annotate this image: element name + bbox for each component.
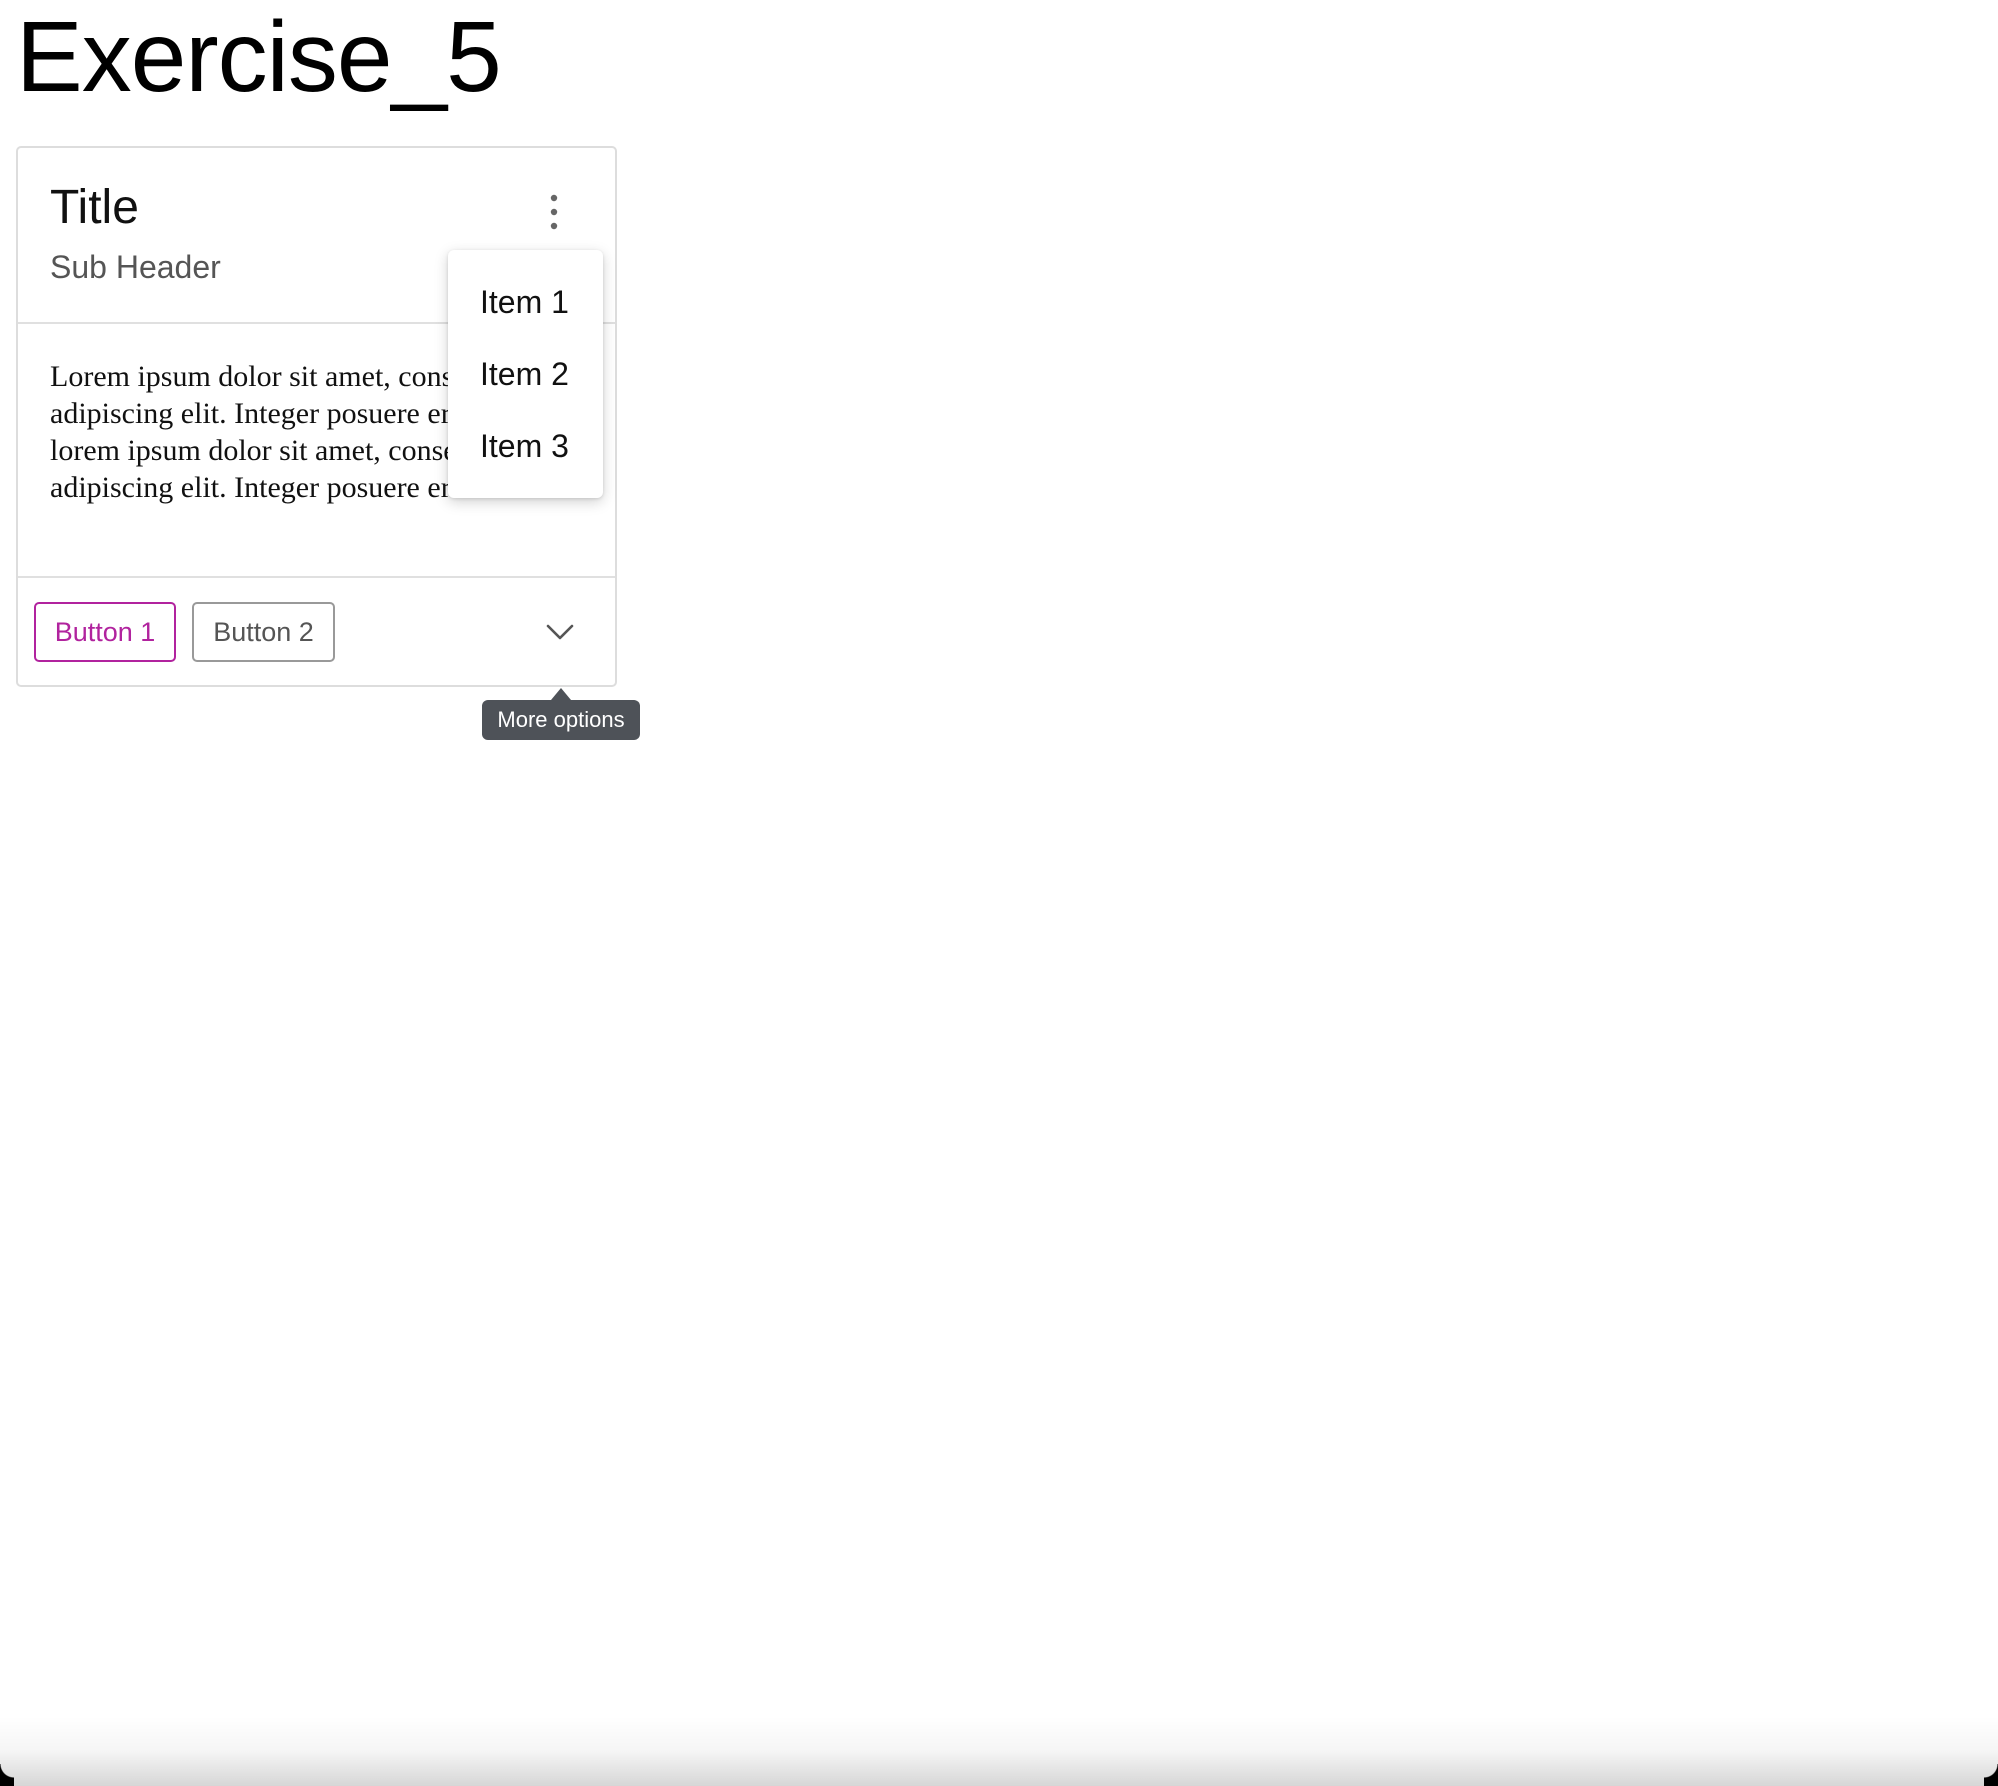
button-1[interactable]: Button 1 (34, 602, 176, 662)
options-menu: Item 1 Item 2 Item 3 (448, 250, 603, 498)
page-title: Exercise_5 (16, 1, 502, 113)
window-corner-left (0, 1764, 14, 1786)
more-options-button[interactable] (534, 188, 574, 244)
window-bottom-shadow (0, 1716, 1998, 1786)
card-subheader: Sub Header (50, 249, 221, 285)
menu-item-3[interactable]: Item 3 (480, 426, 569, 466)
tooltip: More options (482, 700, 640, 740)
menu-item-2[interactable]: Item 2 (480, 354, 569, 394)
more-vert-icon (550, 194, 558, 230)
menu-item-1[interactable]: Item 1 (480, 282, 569, 322)
chevron-down-icon (546, 624, 574, 640)
button-2[interactable]: Button 2 (192, 602, 335, 662)
card-title: Title (50, 181, 139, 234)
expand-button[interactable] (540, 612, 580, 652)
card-footer: Button 1 Button 2 (18, 576, 615, 687)
tooltip-arrow (551, 688, 571, 700)
window-corner-right (1984, 1764, 1998, 1786)
